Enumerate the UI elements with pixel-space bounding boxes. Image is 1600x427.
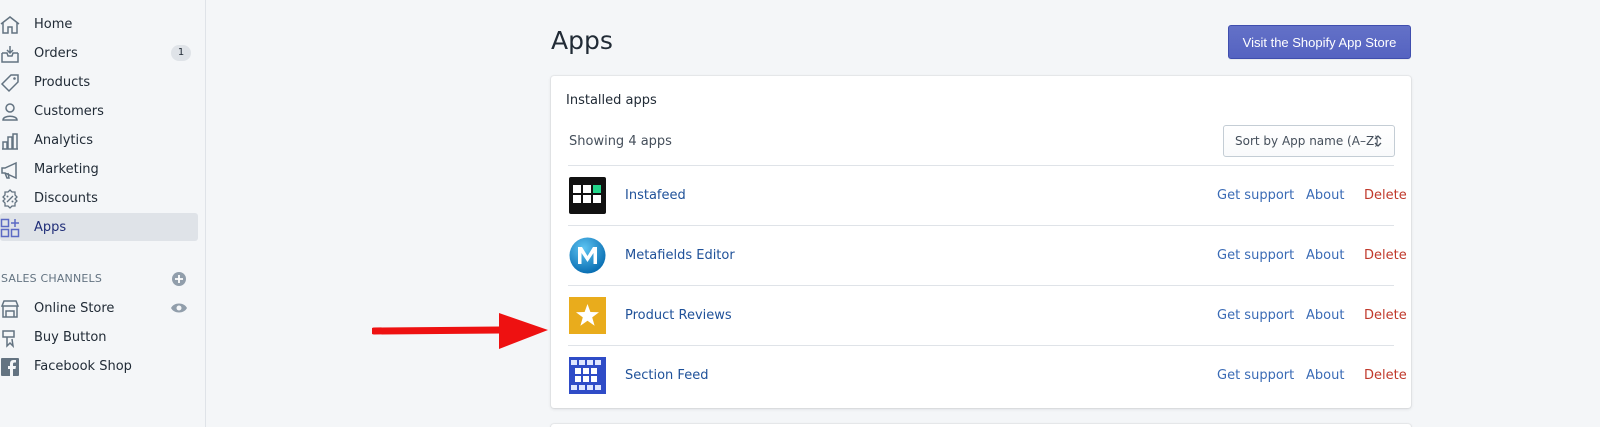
page-title: Apps	[551, 26, 613, 55]
discount-icon	[2, 189, 18, 209]
nav-item-label: Online Store	[34, 300, 115, 316]
sales-channels-label: SALES CHANNELS	[1, 272, 103, 285]
visit-app-store-button[interactable]: Visit the Shopify App Store	[1228, 25, 1411, 59]
installed-apps-card: Installed apps Showing 4 apps Sort by Ap…	[551, 76, 1411, 408]
nav-item-label: Products	[34, 74, 91, 90]
facebook-icon	[1, 358, 19, 376]
app-row-metafields-editor: Metafields Editor Get support About Dele…	[568, 225, 1407, 285]
app-name-link[interactable]: Instafeed	[625, 188, 686, 203]
nav-item-buy-button[interactable]: Buy Button	[0, 323, 198, 351]
apps-count: Showing 4 apps	[569, 134, 672, 149]
nav-item-label: Buy Button	[34, 329, 107, 345]
nav-item-apps[interactable]: Apps	[0, 213, 198, 241]
delete-link[interactable]: Delete	[1364, 188, 1407, 203]
tag-icon	[0, 74, 19, 93]
nav-item-online-store[interactable]: Online Store	[0, 294, 198, 322]
delete-link[interactable]: Delete	[1364, 308, 1407, 323]
instafeed-app-icon	[569, 177, 606, 214]
user-icon	[2, 103, 18, 121]
nav-item-label: Marketing	[34, 161, 99, 177]
megaphone-icon	[1, 161, 17, 180]
nav-item-analytics[interactable]: Analytics	[0, 126, 198, 154]
app-row-product-reviews: Product Reviews Get support About Delete	[568, 285, 1407, 345]
app-name-link[interactable]: Product Reviews	[625, 308, 732, 323]
select-caret-icon	[1374, 135, 1382, 147]
nav-item-discounts[interactable]: Discounts	[0, 184, 198, 212]
nav-item-label: Facebook Shop	[34, 358, 132, 374]
nav-item-label: Orders	[34, 45, 78, 61]
sort-select-value: Sort by App name (A–Z)	[1235, 134, 1379, 148]
home-icon	[0, 16, 20, 34]
nav-item-customers[interactable]: Customers	[0, 97, 198, 125]
nav-item-label: Discounts	[34, 190, 98, 206]
get-support-link[interactable]: Get support	[1217, 248, 1294, 263]
nav-item-label: Apps	[34, 219, 67, 235]
app-name-link[interactable]: Section Feed	[625, 368, 708, 383]
nav-item-label: Home	[34, 16, 73, 32]
product-reviews-app-icon	[569, 297, 606, 334]
sort-select[interactable]: Sort by App name (A–Z)	[1223, 125, 1395, 157]
get-support-link[interactable]: Get support	[1217, 188, 1294, 203]
app-row-instafeed: Instafeed Get support About Delete	[568, 165, 1407, 225]
orders-icon	[1, 46, 19, 63]
about-link[interactable]: About	[1306, 308, 1344, 323]
delete-link[interactable]: Delete	[1364, 368, 1407, 383]
nav-item-facebook-shop[interactable]: Facebook Shop	[0, 352, 198, 380]
sales-channels-header: SALES CHANNELS	[0, 270, 198, 288]
nav-item-label: Customers	[34, 103, 104, 119]
nav-item-products[interactable]: Products	[0, 68, 198, 96]
nav-item-label: Analytics	[34, 132, 94, 148]
orders-count-badge: 1	[171, 45, 191, 61]
about-link[interactable]: About	[1306, 368, 1344, 383]
apps-icon	[0, 218, 20, 238]
nav-item-marketing[interactable]: Marketing	[0, 155, 198, 183]
about-link[interactable]: About	[1306, 188, 1344, 203]
analytics-icon	[2, 133, 18, 150]
get-support-link[interactable]: Get support	[1217, 308, 1294, 323]
buy-button-icon	[2, 330, 15, 348]
annotation-arrow-icon	[372, 313, 548, 349]
sidebar: Home Orders 1 Products Customers Analyti…	[0, 0, 206, 427]
nav-item-orders[interactable]: Orders 1	[0, 39, 198, 67]
app-name-link[interactable]: Metafields Editor	[625, 248, 735, 263]
eye-icon[interactable]	[170, 299, 188, 317]
section-feed-app-icon	[569, 357, 606, 394]
metafields-editor-app-icon	[569, 237, 606, 274]
get-support-link[interactable]: Get support	[1217, 368, 1294, 383]
delete-link[interactable]: Delete	[1364, 248, 1407, 263]
app-row-section-feed: Section Feed Get support About Delete	[568, 345, 1407, 405]
card-title: Installed apps	[566, 93, 657, 108]
about-link[interactable]: About	[1306, 248, 1344, 263]
add-channel-icon[interactable]	[170, 270, 188, 288]
store-icon	[0, 300, 20, 318]
nav-item-home[interactable]: Home	[0, 10, 198, 38]
